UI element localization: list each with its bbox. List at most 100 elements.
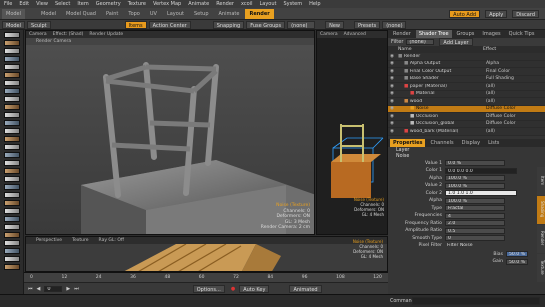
layout-tab-render[interactable]: Render — [245, 8, 274, 19]
visibility-eye-icon[interactable]: ◉ — [388, 54, 396, 59]
preset-swatch[interactable] — [4, 192, 20, 198]
gain-field[interactable]: 50.0 % — [506, 258, 528, 265]
menu-animate[interactable]: Animate — [188, 1, 209, 7]
layout-tab-topo[interactable]: Topo — [124, 9, 144, 19]
property-frequencies-field[interactable]: 4 — [445, 212, 505, 219]
fuse-groups-button[interactable]: Fuse Groups — [246, 20, 286, 29]
viewport-tab-render-update[interactable]: Render Update — [89, 32, 123, 37]
preset-swatch[interactable] — [4, 232, 20, 238]
preset-swatch[interactable] — [4, 64, 20, 70]
preset-swatch[interactable] — [4, 184, 20, 190]
visibility-eye-icon[interactable]: ◉ — [388, 121, 396, 126]
filter-dropdown[interactable]: (none) — [406, 39, 435, 45]
record-icon[interactable]: ● — [231, 286, 235, 292]
side-tab-texture[interactable]: Texture — [537, 253, 545, 282]
property-color-2-field[interactable]: 1.0 1.0 1.0 — [445, 190, 517, 197]
menu-xcoil[interactable]: xcoil — [241, 1, 252, 7]
preset-swatch[interactable] — [4, 144, 20, 150]
sculpt-button[interactable]: Sculpt — [27, 20, 51, 29]
play-icon[interactable]: ▶ — [66, 286, 70, 292]
shader-tree-row[interactable]: ◉ ■ Material (all) — [388, 91, 545, 98]
shader-tree-row[interactable]: ◉ ■ paper (Material) (all) — [388, 83, 545, 91]
apply-button[interactable]: Apply — [485, 9, 508, 18]
shader-tree-row[interactable]: ◉ ■ Occlusion_global Diffuse Color — [388, 121, 545, 128]
visibility-eye-icon[interactable]: ◉ — [388, 99, 396, 104]
preset-swatch[interactable] — [4, 160, 20, 166]
preset-swatch[interactable] — [4, 32, 20, 38]
property-color-1-field[interactable]: 0.0 0.0 0.0 — [445, 167, 517, 174]
rewind-icon[interactable]: ⏮ — [28, 286, 33, 292]
property-alpha-field[interactable]: 100.0 % — [445, 175, 505, 182]
bottom-tab-ray-gl[interactable]: Ray GL: Off — [99, 238, 124, 243]
bottom-tab-perspective[interactable]: Perspective — [36, 238, 62, 243]
visibility-eye-icon[interactable]: ◉ — [388, 61, 396, 66]
property-pixel-filter-field[interactable]: Filter Noise — [445, 243, 505, 249]
presets-button[interactable]: Presets — [354, 20, 381, 29]
command-input[interactable] — [412, 297, 540, 305]
side-tab-shading[interactable]: Shading — [537, 195, 545, 224]
preset-swatch[interactable] — [4, 208, 20, 214]
timeline[interactable]: 0 12 24 36 48 60 72 84 96 108 120 ⏮ ◀ 0 ▶ ⏭ Option… — [24, 272, 388, 294]
main-viewport[interactable]: Camera Effect: (Shad) Render Update Rend… — [25, 30, 315, 235]
shader-tab-render[interactable]: Render — [390, 30, 414, 38]
preset-swatch[interactable] — [4, 248, 20, 254]
property-amplitude-ratio-field[interactable]: 0.5 — [445, 227, 505, 234]
items-button[interactable]: Items — [124, 20, 147, 29]
menu-file[interactable]: File — [4, 1, 12, 7]
menu-layout[interactable]: Layout — [259, 1, 276, 7]
properties-tab-channels[interactable]: Channels — [427, 139, 456, 147]
section-noise[interactable]: Noise — [388, 153, 545, 160]
items-dropdown[interactable]: (none) — [287, 20, 316, 29]
menu-render[interactable]: Render — [216, 1, 234, 7]
shader-tree-row[interactable]: ◉ ■ Alpha Output Alpha — [388, 61, 545, 68]
menu-texture[interactable]: Texture — [128, 1, 146, 7]
layout-tab-layout[interactable]: Layout — [163, 9, 188, 19]
shader-tree-row[interactable]: ◉ ■ Final Color Output Final Color — [388, 68, 545, 76]
visibility-eye-icon[interactable]: ◉ — [388, 84, 396, 89]
preset-swatch[interactable] — [4, 240, 20, 246]
menu-item[interactable]: Item — [77, 1, 88, 7]
viewport-tab-camera[interactable]: Camera — [29, 32, 47, 37]
layout-tab-animate[interactable]: Animate — [215, 9, 244, 19]
frame-field[interactable]: 0 — [44, 285, 63, 292]
property-value-1-field[interactable]: 0.0 % — [445, 160, 505, 167]
shader-tab-images[interactable]: Images — [479, 30, 503, 38]
properties-tab-properties[interactable]: Properties — [390, 138, 426, 147]
shader-tree-row[interactable]: ◉ ■ wood_bark (Material) (all) — [388, 128, 545, 136]
property-smooth-type-field[interactable]: 0 — [445, 235, 505, 242]
presets-dropdown[interactable]: (none) — [382, 20, 407, 29]
preset-swatch[interactable] — [4, 216, 20, 222]
shader-tree-row[interactable]: ◉ ■ Occlusion Diffuse Color — [388, 113, 545, 121]
layout-tab-model-quad[interactable]: Model Quad — [62, 9, 100, 19]
options-button[interactable]: Options... — [192, 284, 225, 293]
preset-swatch[interactable] — [4, 80, 20, 86]
prev-frame-icon[interactable]: ◀ — [37, 286, 41, 292]
shader-tree-row[interactable]: ◉ ■ Noise Diffuse Color — [388, 105, 545, 113]
snapping-button[interactable]: Snapping — [212, 20, 245, 29]
menu-help[interactable]: Help — [309, 1, 320, 7]
preset-swatch[interactable] — [4, 200, 20, 206]
property-type-field[interactable]: Fractal — [445, 205, 505, 212]
shader-tree-row[interactable]: ◉ ■ wood (all) — [388, 98, 545, 106]
layout-tab-uv[interactable]: UV — [146, 9, 161, 19]
side-tab-render[interactable]: Render — [537, 224, 545, 253]
next-frame-icon[interactable]: ⏭ — [74, 286, 79, 292]
menu-system[interactable]: System — [283, 1, 302, 7]
side-viewport-tab-camera[interactable]: Camera — [320, 32, 338, 37]
preset-swatch[interactable] — [4, 168, 20, 174]
property-alpha-field[interactable]: 100.0 % — [445, 197, 505, 204]
shader-tab-groups[interactable]: Groups — [454, 30, 478, 38]
bottom-tab-texture[interactable]: Texture — [72, 238, 88, 243]
preset-swatch[interactable] — [4, 120, 20, 126]
auto-key-button[interactable]: Auto Key — [239, 284, 270, 293]
preset-swatch[interactable] — [4, 48, 20, 54]
preset-swatch[interactable] — [4, 152, 20, 158]
visibility-eye-icon[interactable]: ◉ — [388, 91, 396, 96]
menu-vertex-map[interactable]: Vertex Map — [153, 1, 181, 7]
preset-swatch[interactable] — [4, 40, 20, 46]
side-viewport[interactable]: Camera Advanced Noise (Texture) Channels… — [316, 30, 388, 235]
layout-tab-setup[interactable]: Setup — [190, 9, 213, 19]
bias-field[interactable]: 50.0 % — [506, 251, 528, 258]
action-center-button[interactable]: Action Center — [148, 20, 191, 29]
preset-swatch[interactable] — [4, 128, 20, 134]
